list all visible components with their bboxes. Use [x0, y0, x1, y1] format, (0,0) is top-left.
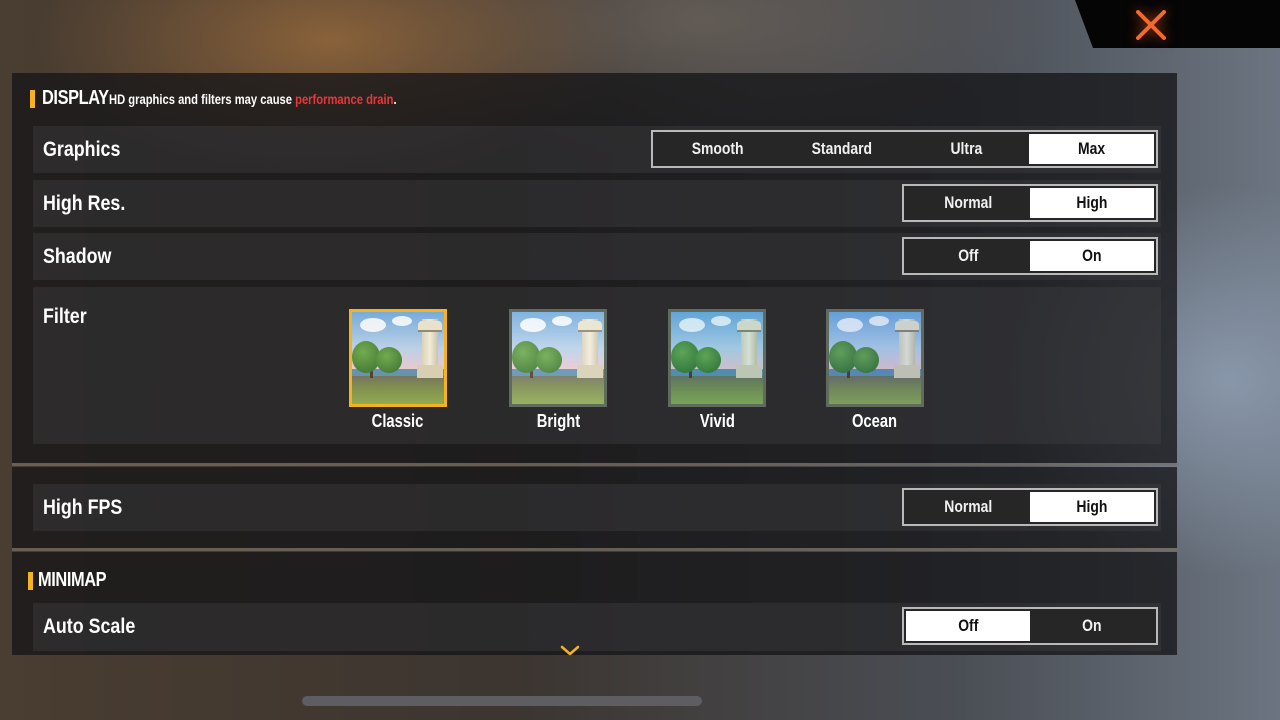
option-label: On: [1082, 246, 1102, 265]
auto-scale-row: Auto Scale Off On: [33, 603, 1161, 651]
warning-suffix: .: [393, 90, 397, 107]
filter-bright-thumbnail: [509, 309, 607, 407]
high-fps-option-high[interactable]: High: [1030, 492, 1154, 522]
filter-name: Vivid: [699, 411, 735, 431]
graphics-option-ultra[interactable]: Ultra: [904, 134, 1029, 164]
option-label: Normal: [943, 193, 993, 212]
shadow-selector: Off On: [902, 237, 1158, 275]
graphics-row: Graphics Smooth Standard Ultra Max: [33, 126, 1161, 173]
option-label: High: [1076, 497, 1108, 516]
option-label: High: [1076, 193, 1108, 212]
warning-highlight: performance drain: [295, 90, 394, 107]
section-title: MINIMAP: [38, 569, 107, 591]
scroll-down-indicator[interactable]: [559, 644, 581, 658]
shadow-row: Shadow Off On: [33, 233, 1161, 280]
section-divider: [12, 548, 1177, 551]
high-fps-label: High FPS: [43, 495, 123, 519]
filter-classic-thumbnail: [349, 309, 447, 407]
filter-name: Classic: [372, 411, 424, 431]
auto-scale-option-on[interactable]: On: [1030, 611, 1154, 641]
shadow-option-off[interactable]: Off: [906, 241, 1030, 271]
section-divider: [12, 463, 1177, 466]
option-label: On: [1082, 616, 1102, 635]
high-res-option-high[interactable]: High: [1030, 188, 1154, 218]
high-res-label: High Res.: [43, 191, 126, 215]
chevron-down-icon: [560, 645, 580, 656]
option-label: Off: [957, 616, 979, 635]
close-button[interactable]: [1126, 6, 1176, 44]
option-label: Max: [1077, 139, 1105, 158]
horizontal-scrollbar[interactable]: [302, 696, 702, 706]
graphics-option-smooth[interactable]: Smooth: [655, 134, 780, 164]
warning-text: HD graphics and filters may cause: [109, 90, 296, 107]
high-res-option-normal[interactable]: Normal: [906, 188, 1030, 218]
auto-scale-option-off[interactable]: Off: [906, 611, 1030, 641]
close-button-backdrop: [1075, 0, 1280, 48]
performance-warning: HD graphics and filters may cause perfor…: [109, 91, 397, 107]
high-fps-option-normal[interactable]: Normal: [906, 492, 1030, 522]
section-accent-bar: [28, 571, 33, 590]
auto-scale-selector: Off On: [902, 607, 1158, 645]
filter-ocean-thumbnail: [826, 309, 924, 407]
graphics-selector: Smooth Standard Ultra Max: [651, 130, 1158, 168]
display-header: DISPLAY HD graphics and filters may caus…: [30, 87, 469, 110]
section-accent-bar: [30, 89, 35, 108]
graphics-option-max[interactable]: Max: [1028, 134, 1154, 164]
option-label: Normal: [943, 497, 993, 516]
shadow-option-on[interactable]: On: [1030, 241, 1154, 271]
option-label: Off: [957, 246, 979, 265]
filter-vivid-thumbnail: [668, 309, 766, 407]
graphics-label: Graphics: [43, 137, 121, 161]
filter-label: Filter: [43, 305, 87, 328]
high-res-row: High Res. Normal High: [33, 180, 1161, 227]
filter-option-classic[interactable]: Classic: [348, 309, 448, 432]
option-label: Ultra: [950, 139, 983, 158]
shadow-label: Shadow: [43, 244, 112, 268]
option-label: Standard: [811, 139, 872, 158]
filter-option-bright[interactable]: Bright: [508, 309, 608, 432]
high-fps-row: High FPS Normal High: [33, 484, 1161, 531]
filter-option-vivid[interactable]: Vivid: [667, 309, 767, 432]
minimap-header: MINIMAP: [28, 569, 121, 592]
high-fps-selector: Normal High: [902, 488, 1158, 526]
filter-option-ocean[interactable]: Ocean: [825, 309, 925, 432]
high-res-selector: Normal High: [902, 184, 1158, 222]
section-title: DISPLAY: [42, 87, 109, 109]
filter-name: Ocean: [852, 411, 898, 431]
filter-name: Bright: [536, 411, 580, 431]
auto-scale-label: Auto Scale: [43, 615, 136, 638]
filter-row: Filter Classic Bright Vivid Ocean: [33, 287, 1161, 444]
close-icon: [1136, 10, 1166, 40]
graphics-option-standard[interactable]: Standard: [780, 134, 905, 164]
option-label: Smooth: [691, 139, 744, 158]
